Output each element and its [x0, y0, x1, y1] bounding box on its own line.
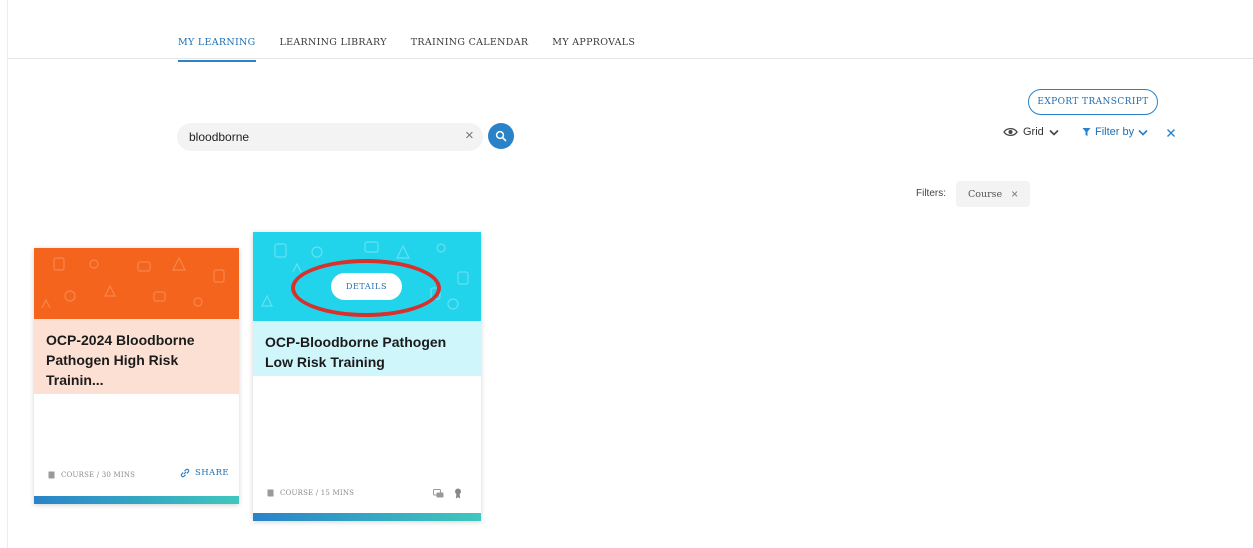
search-input[interactable]	[189, 123, 459, 151]
filter-icon	[1082, 128, 1091, 136]
link-icon	[180, 468, 190, 478]
chevron-down-icon	[1138, 129, 1148, 136]
card-meta-text: COURSE / 30 MINS	[61, 471, 136, 479]
view-toggle[interactable]: Grid	[1003, 126, 1059, 138]
course-card[interactable]: OCP-2024 Bloodborne Pathogen High Risk T…	[34, 248, 239, 504]
close-icon	[1167, 129, 1175, 137]
search-button[interactable]	[488, 123, 514, 149]
filter-chip-label: Course	[968, 188, 1003, 200]
search-clear-button[interactable]: ×	[465, 127, 474, 145]
card-meta: COURSE / 30 MINS	[48, 471, 135, 479]
book-icon	[267, 489, 274, 497]
card-title: OCP-2024 Bloodborne Pathogen High Risk T…	[46, 332, 195, 388]
share-button[interactable]: SHARE	[180, 468, 229, 478]
book-icon	[48, 471, 55, 479]
card-banner	[34, 248, 239, 319]
badge-icon[interactable]	[454, 488, 462, 499]
pattern-icon	[41, 256, 225, 309]
card-meta: COURSE / 15 MINS	[267, 489, 354, 497]
chevron-down-icon	[1049, 129, 1059, 136]
card-title-area: OCP-Bloodborne Pathogen Low Risk Trainin…	[253, 321, 481, 376]
filters-label: Filters:	[916, 188, 946, 199]
nav-divider	[8, 58, 1253, 59]
details-button[interactable]: DETAILS	[331, 273, 402, 300]
filter-close-button[interactable]	[1166, 124, 1176, 141]
card-title: OCP-Bloodborne Pathogen Low Risk Trainin…	[265, 334, 447, 370]
card-progress-bar	[34, 496, 239, 504]
view-label: Grid	[1023, 126, 1044, 138]
chat-icon[interactable]	[433, 488, 444, 499]
search-bar	[177, 123, 483, 151]
card-action-icons	[433, 488, 462, 499]
export-transcript-button[interactable]: EXPORT TRANSCRIPT	[1028, 89, 1158, 115]
eye-icon	[1003, 127, 1018, 137]
share-label: SHARE	[195, 468, 229, 478]
filter-by-label: Filter by	[1095, 126, 1135, 138]
filter-chip-course: Course ×	[956, 181, 1031, 207]
card-title-area: OCP-2024 Bloodborne Pathogen High Risk T…	[34, 319, 239, 394]
card-progress-bar	[253, 513, 481, 521]
search-icon	[495, 130, 507, 142]
left-border	[7, 0, 8, 548]
filter-chip-remove[interactable]: ×	[1011, 187, 1018, 201]
filter-by-dropdown[interactable]: Filter by	[1082, 126, 1148, 138]
card-meta-text: COURSE / 15 MINS	[280, 489, 355, 497]
